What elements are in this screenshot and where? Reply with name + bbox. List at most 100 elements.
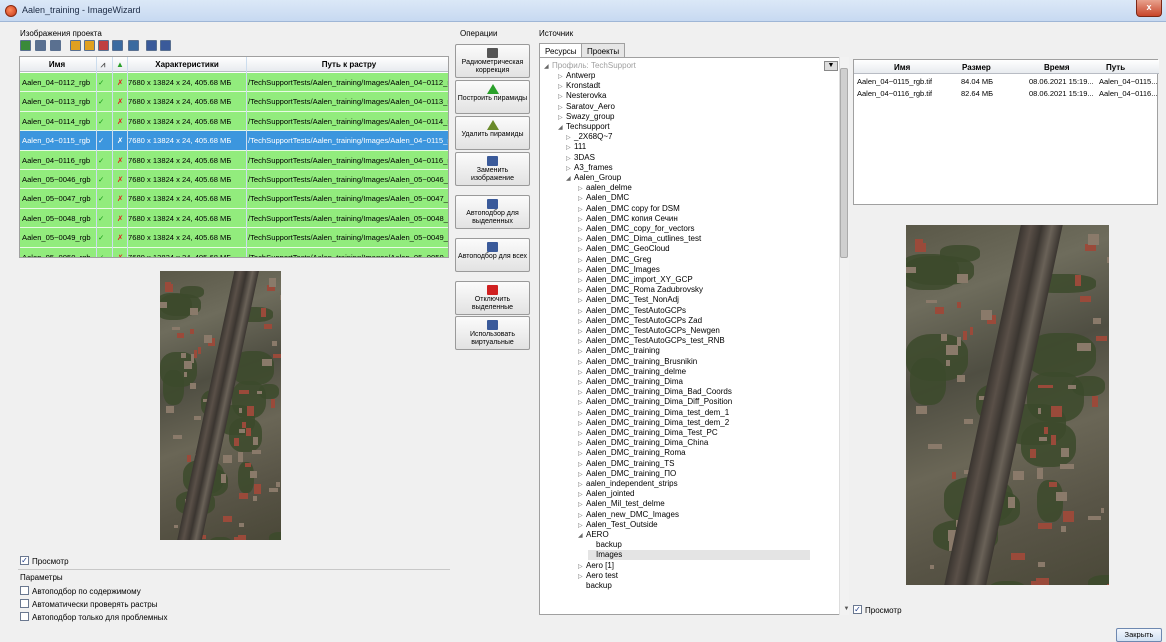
radiometric-button[interactable]: Радиометрическая коррекция — [455, 44, 530, 78]
tree-node[interactable]: ▷ Aalen_DMC_training_Dima_test_dem_2 — [578, 418, 729, 428]
add-images-icon[interactable] — [35, 40, 46, 51]
tree-node[interactable]: ▷ Aalen_Test_Outside — [578, 520, 658, 530]
tab-resources[interactable]: Ресурсы — [539, 43, 583, 58]
table-row[interactable]: Aalen_05~0050_rgb ✓ ✗ 7680 x 13824 x 24, 40… — [20, 247, 448, 257]
tree-node[interactable]: ▷ 3DAS — [566, 153, 595, 163]
column-header-characteristics[interactable]: Характеристики — [128, 60, 246, 69]
remove-images-icon[interactable] — [50, 40, 61, 51]
pyramid-build-button[interactable]: Построить пирамиды — [455, 80, 530, 114]
scroll-down-icon[interactable]: ▼ — [843, 606, 850, 615]
tree-node[interactable]: ▷ _2X68Q~7 — [566, 132, 612, 142]
tree-node[interactable]: ▷ Aalen_DMC_training — [578, 346, 660, 356]
chart-icon[interactable] — [98, 40, 109, 51]
tree-node[interactable]: ▷ Aalen_DMC_GeoCloud — [578, 244, 670, 254]
tree-node[interactable]: Images — [588, 550, 810, 561]
option-auto-problem-checkbox[interactable] — [20, 612, 29, 621]
table-row[interactable]: Aalen_05~0048_rgb ✓ ✗ 7680 x 13824 x 24, 40… — [20, 208, 448, 229]
tree-node[interactable]: ▷ Aalen_DMC_Images — [578, 265, 660, 275]
tree-node[interactable]: ▷ Kronstadt — [558, 81, 600, 91]
column-header-file-name[interactable]: Имя — [894, 63, 910, 72]
tree-node[interactable]: ▷ Aalen_DMC_training_Dima_test_dem_1 — [578, 408, 729, 418]
refresh-icon[interactable] — [20, 40, 31, 51]
expanded-icon[interactable]: ◢ — [558, 123, 566, 133]
column-header-size[interactable]: Размер — [962, 63, 991, 72]
tree-node[interactable]: ▷ Aalen_DMC_Greg — [578, 255, 651, 265]
tree-node[interactable]: ▷ Aalen_DMC_import_XY_GCP — [578, 275, 693, 285]
table-row[interactable]: Aalen_05~0049_rgb ✓ ✗ 7680 x 13824 x 24, 40… — [20, 228, 448, 248]
file-row[interactable]: Aalen_04~0116_rgb.tif 82.64 МБ 08.06.2021 … — [854, 89, 1159, 100]
tree-scrollbar-thumb[interactable] — [840, 68, 848, 258]
export-icon[interactable] — [128, 40, 139, 51]
add-folder-icon[interactable] — [70, 40, 81, 51]
column-header-path[interactable]: Путь к растру — [248, 60, 448, 69]
tree-node[interactable]: ▷ 111 — [566, 142, 586, 152]
tiles-icon[interactable] — [112, 40, 123, 51]
option-auto-check-checkbox[interactable] — [20, 599, 29, 608]
tree-node[interactable]: ▷ Aalen_Mil_test_delme — [578, 499, 665, 509]
table-row[interactable]: Aalen_05~0046_rgb ✓ ✗ 7680 x 13824 x 24, 40… — [20, 170, 448, 190]
tree-node[interactable]: ◢ AERO — [578, 530, 609, 540]
tree-node[interactable]: ◢ Techsupport — [558, 122, 610, 132]
pyramid-delete-button[interactable]: Удалить пирамиды — [455, 116, 530, 150]
folder-icon[interactable] — [84, 40, 95, 51]
virtual-button[interactable]: Использовать виртуальные — [455, 316, 530, 350]
close-button[interactable]: Закрыть — [1116, 628, 1162, 642]
table-row[interactable]: Aalen_05~0047_rgb ✓ ✗ 7680 x 13824 x 24, 40… — [20, 189, 448, 209]
tree-profile-header[interactable]: ◢ Профиль: TechSupport — [544, 61, 636, 71]
tree-node[interactable]: ▷ A3_frames — [566, 163, 613, 173]
save-icon[interactable] — [146, 40, 157, 51]
tree-node[interactable]: ▷ Aalen_DMC_training_delme — [578, 367, 686, 377]
expanded-icon[interactable]: ◢ — [578, 531, 586, 541]
tree-node[interactable]: ◢ Aalen_Group — [566, 173, 621, 183]
chevron-down-icon[interactable]: ▼ — [824, 61, 838, 71]
column-header-time[interactable]: Время — [1044, 63, 1070, 72]
auto-all-button[interactable]: Автоподбор для всех — [455, 238, 530, 272]
tree-node[interactable]: ▷ Aalen_DMC_TestAutoGCPs_Newgen — [578, 326, 720, 336]
tree-node[interactable]: ▷ Aalen_DMC_Dima_cutlines_test — [578, 234, 701, 244]
replace-image-button[interactable]: Заменить изображение — [455, 152, 530, 186]
tree-node[interactable]: ▷ Aalen_DMC_training_Dima_Test_PC — [578, 428, 718, 438]
file-row[interactable]: Aalen_04~0115_rgb.tif 84.04 МБ 08.06.2021 … — [854, 77, 1159, 88]
tree-node[interactable]: ▷ Nesterovka — [558, 91, 606, 101]
table-row[interactable]: Aalen_04~0115_rgb ✓ ✗ 7680 x 13824 x 24, 40… — [20, 131, 448, 151]
expanded-icon[interactable]: ◢ — [566, 174, 574, 184]
save-all-icon[interactable] — [160, 40, 171, 51]
tree-node[interactable]: ▷ Aalen_DMC_TestAutoGCPs Zad — [578, 316, 702, 326]
pyramid-column-icon[interactable]: ▲ — [115, 60, 125, 69]
tree-node[interactable]: ▷ Aalen_DMC_TestAutoGCPs_test_RNB — [578, 336, 725, 346]
resource-tree[interactable]: ◢ Профиль: TechSupport ▼ ▷ Antwerp ▷ Kronsta… — [539, 57, 849, 615]
tree-node[interactable]: ▷ Aero test — [578, 571, 618, 581]
table-row[interactable]: Aalen_04~0112_rgb ✓ ✗ 7680 x 13824 x 24, 40… — [20, 73, 448, 93]
column-header-name[interactable]: Имя — [20, 60, 94, 69]
radiometric-column-icon[interactable]: ⩘ — [98, 60, 108, 70]
table-row[interactable]: Aalen_04~0116_rgb ✓ ✗ 7680 x 13824 x 24, 40… — [20, 150, 448, 170]
tree-node[interactable]: backup — [588, 540, 622, 550]
tree-node[interactable]: ▷ Aalen_DMC_training_Brusnikin — [578, 357, 697, 367]
source-preview-checkbox[interactable]: ✓ — [853, 605, 862, 614]
tree-node[interactable]: ▷ Aalen_DMC_training_Dima_Diff_Position — [578, 397, 732, 407]
option-auto-content-checkbox[interactable] — [20, 586, 29, 595]
table-row[interactable]: Aalen_04~0113_rgb ✓ ✗ 7680 x 13824 x 24, 40… — [20, 92, 448, 112]
tree-node[interactable]: ▷ Aalen_DMC_training_Dima — [578, 377, 683, 387]
tree-node[interactable]: ▷ Aalen_DMC_training_TS — [578, 459, 675, 469]
tree-node[interactable]: ▷ Antwerp — [558, 71, 595, 81]
tree-node[interactable]: ▷ Aalen_DMC_copy_for_vectors — [578, 224, 695, 234]
tree-node[interactable]: ▷ Aalen_DMC копия Сечин — [578, 214, 678, 224]
tree-node[interactable]: ▷ Aalen_new_DMC_Images — [578, 510, 679, 520]
tree-node[interactable]: ▷ Aalen_DMC_training_ПО — [578, 469, 676, 479]
auto-selected-button[interactable]: Автоподбор для выделенных — [455, 195, 530, 229]
tree-node[interactable]: ▷ Saratov_Aero — [558, 102, 615, 112]
column-header-file-path[interactable]: Путь — [1106, 63, 1125, 72]
tree-node[interactable]: ▷ Aalen_DMC copy for DSM — [578, 204, 680, 214]
tree-node[interactable]: ▷ Swazy_group — [558, 112, 614, 122]
tree-node[interactable]: ▷ Aalen_DMC_training_Roma — [578, 448, 686, 458]
project-images-table[interactable]: Имя ⩘ ▲ Характеристики Путь к растру Aal… — [19, 56, 449, 258]
tree-node[interactable]: ▷ Aalen_DMC_Test_NonAdj — [578, 295, 679, 305]
tree-node[interactable]: ▷ Aero [1] — [578, 561, 614, 571]
table-row[interactable]: Aalen_04~0114_rgb ✓ ✗ 7680 x 13824 x 24, 40… — [20, 111, 448, 132]
tree-node[interactable]: backup — [578, 581, 612, 591]
close-window-button[interactable]: x — [1136, 0, 1162, 17]
tree-node[interactable]: ▷ Aalen_DMC_Roma Zadubrovsky — [578, 285, 703, 295]
tree-node[interactable]: ▷ aalen_delme — [578, 183, 632, 193]
files-table[interactable]: Имя Размер Время Путь Aalen_04~0115_rgb.… — [853, 59, 1159, 205]
